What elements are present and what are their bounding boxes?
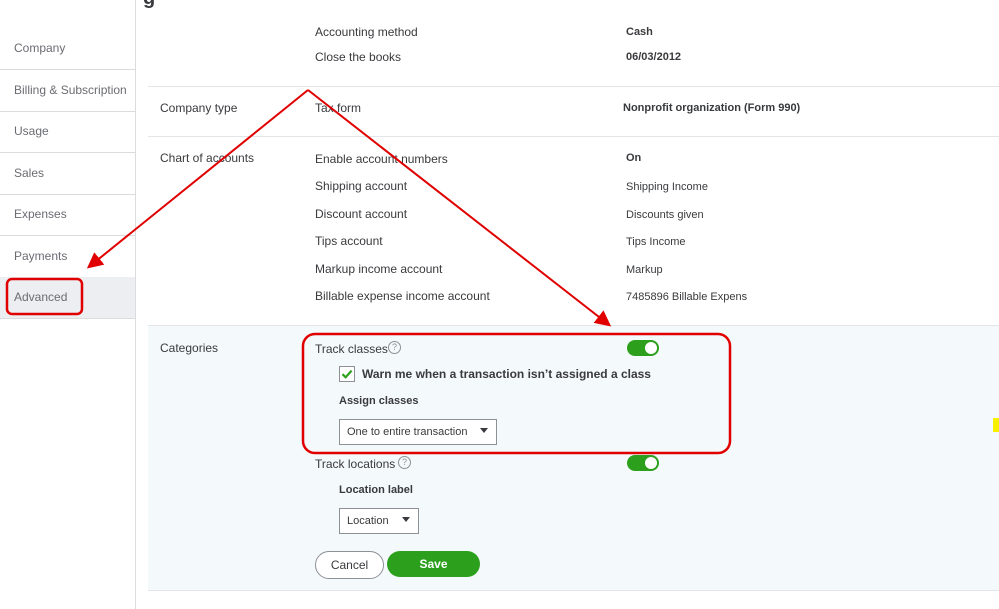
location-label-select[interactable]: Location [339,508,419,534]
assign-classes-label: Assign classes [339,395,419,407]
sidebar-item-sales[interactable]: Sales [0,153,135,195]
chart-of-accounts-title: Chart of accounts [160,151,255,165]
settings-sidebar: Company Billing & Subscription Usage Sal… [0,0,136,609]
billable-expense-account-label: Billable expense income account [315,289,490,303]
highlight-marker [993,418,999,432]
track-locations-label: Track locations [315,457,396,471]
close-books-value: 06/03/2012 [626,51,682,63]
divider [148,136,999,137]
assign-classes-value: One to entire transaction [347,426,468,438]
discount-account-label: Discount account [315,207,408,221]
sidebar-item-label: Usage [14,124,49,138]
sidebar-item-label: Sales [14,166,45,180]
warn-class-label: Warn me when a transaction isn’t assigne… [362,367,651,381]
sidebar-item-label: Company [14,41,66,55]
divider [148,86,999,87]
accounting-method-label: Accounting method [315,25,418,39]
sidebar-item-company[interactable]: Company [0,28,135,70]
sidebar-item-billing[interactable]: Billing & Subscription [0,70,135,112]
help-icon[interactable]: ? [398,456,411,469]
cancel-button[interactable]: Cancel [315,551,384,579]
categories-section [148,326,999,590]
sidebar-item-label: Billing & Subscription [14,83,127,97]
markup-income-account-value: Markup [626,264,663,276]
sidebar-item-label: Expenses [14,207,67,221]
save-button[interactable]: Save [387,551,480,577]
checkmark-icon [341,369,353,379]
enable-account-numbers-value: On [626,152,642,164]
enable-account-numbers-label: Enable account numbers [315,152,448,166]
help-icon[interactable]: ? [388,341,401,354]
sidebar-item-label: Payments [14,249,68,263]
billable-expense-account-value: 7485896 Billable Expens [626,291,748,303]
caret-down-icon [402,517,410,522]
divider [148,590,999,591]
location-label-label: Location label [339,484,413,496]
sidebar-item-advanced[interactable]: Advanced [0,277,135,319]
toggle-knob [645,342,657,354]
tax-form-value: Nonprofit organization (Form 990) [623,102,801,114]
assign-classes-select[interactable]: One to entire transaction [339,419,497,445]
shipping-account-label: Shipping account [315,179,408,193]
caret-down-icon [480,428,488,433]
track-classes-toggle[interactable] [627,340,659,356]
shipping-account-value: Shipping Income [626,181,708,193]
markup-income-account-label: Markup income account [315,262,443,276]
location-label-value: Location [347,515,389,527]
warn-class-checkbox[interactable] [339,366,355,382]
tips-account-label: Tips account [315,234,383,248]
accounting-method-value: Cash [626,26,653,38]
page-title-partial: g [143,0,155,10]
track-classes-label: Track classes [315,342,388,356]
sidebar-item-usage[interactable]: Usage [0,111,135,153]
sidebar-item-payments[interactable]: Payments [0,236,135,278]
company-type-title: Company type [160,101,238,115]
discount-account-value: Discounts given [626,209,704,221]
tax-form-label: Tax form [315,101,362,115]
sidebar-item-expenses[interactable]: Expenses [0,194,135,236]
sidebar-item-label: Advanced [14,290,68,304]
close-books-label: Close the books [315,50,402,64]
categories-title: Categories [160,341,219,355]
track-locations-toggle[interactable] [627,455,659,471]
tips-account-value: Tips Income [626,236,686,248]
toggle-knob [645,457,657,469]
